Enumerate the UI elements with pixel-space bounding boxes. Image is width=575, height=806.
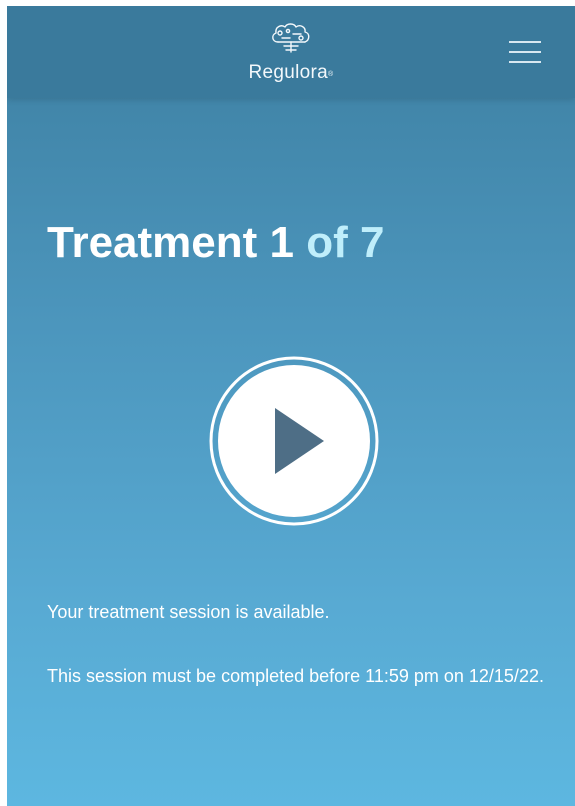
app-screen: Regulora® Treatment 1 of 7 Your treatmen…	[7, 6, 575, 806]
brand-logo[interactable]: Regulora®	[245, 20, 337, 90]
session-available-text: Your treatment session is available.	[47, 602, 330, 622]
treatment-total: of 7	[306, 218, 385, 267]
session-deadline-text: This session must be completed before 11…	[47, 666, 544, 686]
play-button[interactable]	[209, 356, 379, 526]
treatment-number: Treatment 1	[47, 218, 294, 267]
menu-button[interactable]	[503, 36, 547, 68]
brain-gears-icon	[272, 23, 310, 53]
app-header: Regulora®	[7, 6, 575, 98]
treatment-title: Treatment 1 of 7	[47, 218, 384, 268]
brand-name: Regulora®	[248, 62, 334, 83]
play-icon	[209, 356, 379, 526]
